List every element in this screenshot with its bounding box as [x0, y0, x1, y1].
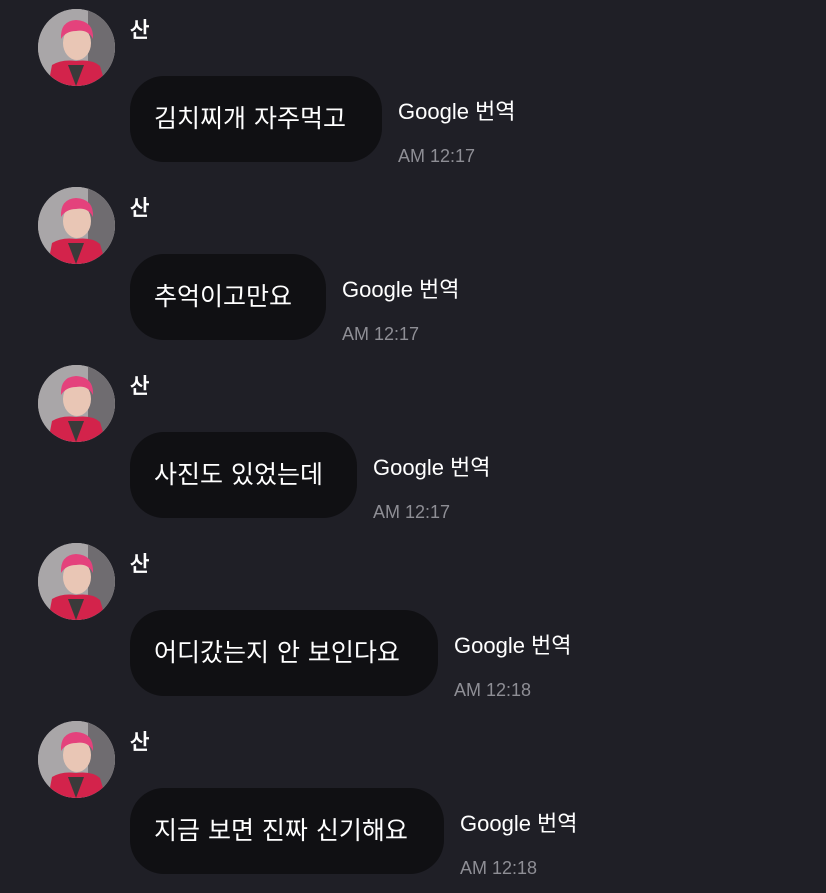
google-translate-link[interactable]: Google 번역 [398, 94, 516, 126]
message-row: 산 김치찌개 자주먹고 Google 번역 AM 12:17 [0, 0, 826, 178]
avatar-photo-icon [38, 543, 115, 620]
avatar[interactable] [38, 9, 115, 86]
sender-name: 산 [130, 374, 150, 398]
message-bubble[interactable]: 사진도 있었는데 [130, 432, 357, 518]
avatar-photo-icon [38, 187, 115, 264]
google-translate-link[interactable]: Google 번역 [342, 272, 460, 304]
google-translate-link[interactable]: Google 번역 [454, 628, 572, 660]
google-translate-link[interactable]: Google 번역 [373, 450, 491, 482]
chat-message-list: 산 김치찌개 자주먹고 Google 번역 AM 12:17 산 추억이고만요 … [0, 0, 826, 893]
sender-name: 산 [130, 552, 150, 576]
sender-name: 산 [130, 730, 150, 754]
message-timestamp: AM 12:17 [342, 324, 420, 344]
sender-name: 산 [130, 196, 150, 220]
avatar[interactable] [38, 543, 115, 620]
message-bubble[interactable]: 어디갔는지 안 보인다요 [130, 610, 438, 696]
message-bubble[interactable]: 지금 보면 진짜 신기해요 [130, 788, 444, 874]
google-translate-link[interactable]: Google 번역 [460, 806, 578, 838]
avatar-photo-icon [38, 9, 115, 86]
message-row: 산 사진도 있었는데 Google 번역 AM 12:17 [0, 356, 826, 534]
message-timestamp: AM 12:17 [398, 146, 476, 166]
message-timestamp: AM 12:17 [373, 502, 451, 522]
avatar-photo-icon [38, 721, 115, 798]
message-timestamp: AM 12:18 [460, 858, 538, 878]
avatar[interactable] [38, 721, 115, 798]
message-row: 산 지금 보면 진짜 신기해요 Google 번역 AM 12:18 [0, 712, 826, 890]
sender-name: 산 [130, 18, 150, 42]
message-bubble[interactable]: 김치찌개 자주먹고 [130, 76, 382, 162]
message-row: 산 추억이고만요 Google 번역 AM 12:17 [0, 178, 826, 356]
message-row: 산 어디갔는지 안 보인다요 Google 번역 AM 12:18 [0, 534, 826, 712]
avatar[interactable] [38, 365, 115, 442]
message-timestamp: AM 12:18 [454, 680, 532, 700]
message-bubble[interactable]: 추억이고만요 [130, 254, 326, 340]
avatar-photo-icon [38, 365, 115, 442]
avatar[interactable] [38, 187, 115, 264]
